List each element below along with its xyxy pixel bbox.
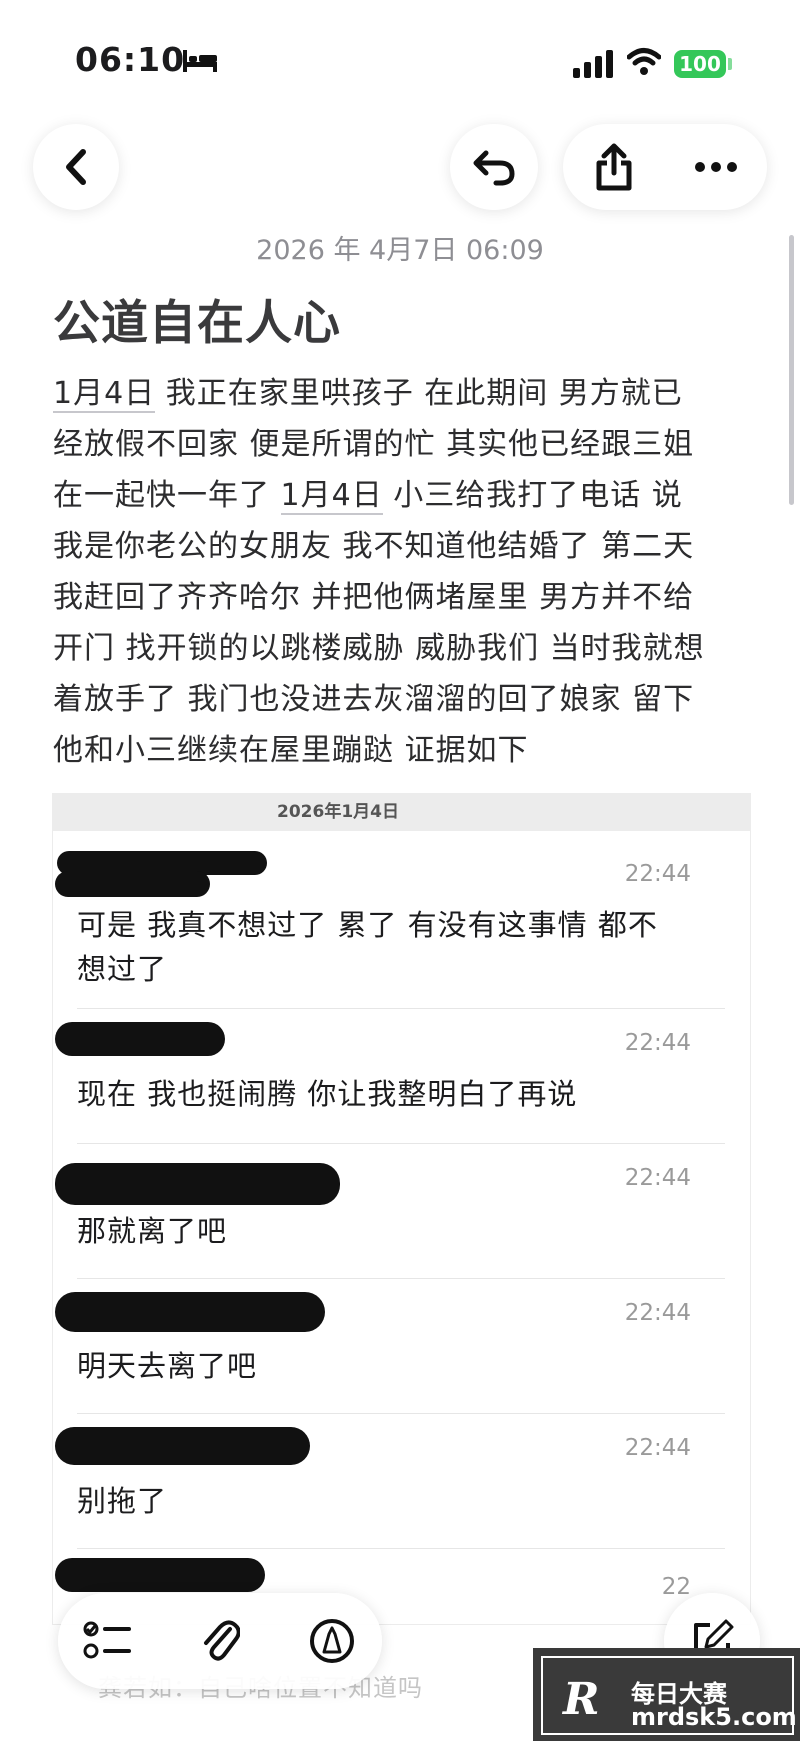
share-button[interactable] xyxy=(563,124,665,210)
status-time: 06:10 xyxy=(75,40,186,79)
message-time: 22:44 xyxy=(624,1165,691,1191)
note-line: 他和小三继续在屋里蹦跶 证据如下 xyxy=(53,733,529,768)
more-button[interactable] xyxy=(665,124,767,210)
markup-button[interactable] xyxy=(304,1613,360,1669)
more-icon xyxy=(695,162,737,172)
message-time: 22 xyxy=(661,1574,691,1600)
message-time: 22:44 xyxy=(624,1030,691,1056)
share-more-group xyxy=(563,124,767,210)
date-link[interactable]: 1月4日 xyxy=(53,376,156,413)
note-line: 我赶回了齐齐哈尔 并把他俩堵屋里 男方并不给 xyxy=(53,580,695,615)
note-line: 经放假不回家 便是所谓的忙 其实他已经跟三姐 xyxy=(53,427,695,462)
chat-message: 22:44 现在 我也挺闹腾 你让我整明白了再说 xyxy=(55,1008,725,1144)
back-icon xyxy=(66,149,86,185)
message-time: 22:44 xyxy=(624,1435,691,1461)
checklist-icon xyxy=(83,1621,131,1659)
note-line: 在一起快一年了 1月4日 小三给我打了电话 说 xyxy=(53,478,683,515)
watermark-frame: R 每日大赛 mrdsk5.com xyxy=(541,1656,797,1735)
message-text: 明天去离了吧 xyxy=(77,1349,258,1383)
chat-message: 22:44 可是 我真不想过了 累了 有没有这事情 都不想过了 xyxy=(55,831,725,1009)
chat-message: 22:44 明天去离了吧 xyxy=(55,1278,725,1414)
note-line: 我是你老公的女朋友 我不知道他结婚了 第二天 xyxy=(53,529,695,564)
undo-button[interactable] xyxy=(450,124,538,210)
message-time: 22:44 xyxy=(624,1300,691,1326)
message-text: 别拖了 xyxy=(77,1484,168,1518)
chat-message: 22:44 那就离了吧 xyxy=(55,1143,725,1279)
note-body[interactable]: 1月4日 我正在家里哄孩子 在此期间 男方就已 经放假不回家 便是所谓的忙 其实… xyxy=(53,368,753,776)
wifi-icon xyxy=(627,48,661,75)
attachment-icon xyxy=(204,1620,240,1661)
redacted-name xyxy=(55,1163,340,1205)
message-text: 现在 我也挺闹腾 你让我整明白了再说 xyxy=(77,1077,578,1111)
note-line: 着放手了 我门也没进去灰溜溜的回了娘家 留下 xyxy=(53,682,695,717)
redacted-name xyxy=(55,1022,225,1056)
share-icon xyxy=(596,143,632,191)
date-link[interactable]: 1月4日 xyxy=(280,478,383,515)
battery-tip xyxy=(728,58,732,70)
undo-icon xyxy=(473,150,515,186)
watermark: R 每日大赛 mrdsk5.com xyxy=(533,1648,800,1741)
cellular-signal-icon xyxy=(573,50,613,78)
redacted-name xyxy=(55,1292,325,1332)
watermark-logo: R xyxy=(563,1674,600,1725)
bottom-toolbar xyxy=(58,1593,382,1689)
redacted-name xyxy=(55,871,210,897)
redacted-name xyxy=(55,1558,265,1592)
markup-icon xyxy=(310,1619,354,1663)
checklist-button[interactable] xyxy=(80,1613,136,1669)
scroll-indicator[interactable] xyxy=(789,235,794,505)
note-date: 2026 年 4月7日 06:09 xyxy=(256,235,544,266)
chat-message: 22:44 别拖了 xyxy=(55,1413,725,1549)
message-text: 那就离了吧 xyxy=(77,1214,228,1248)
note-line: 1月4日 我正在家里哄孩子 在此期间 男方就已 xyxy=(53,376,683,413)
redacted-name xyxy=(55,1427,310,1465)
note-title[interactable]: 公道自在人心 xyxy=(53,284,341,353)
sleep-focus-icon xyxy=(183,50,217,72)
watermark-url: mrdsk5.com xyxy=(631,1703,797,1731)
message-time: 22:44 xyxy=(624,861,691,887)
status-bar: 06:10 100 xyxy=(0,0,800,110)
battery-indicator: 100 xyxy=(674,50,726,78)
embedded-screenshot[interactable]: 2026年1月4日 22:44 可是 我真不想过了 累了 有没有这事情 都不想过… xyxy=(52,793,751,1625)
back-button[interactable] xyxy=(33,124,119,210)
message-text: 可是 我真不想过了 累了 有没有这事情 都不想过了 xyxy=(77,908,658,986)
chat-date-header: 2026年1月4日 xyxy=(53,794,750,831)
attachment-button[interactable] xyxy=(192,1613,248,1669)
note-line: 开门 找开锁的以跳楼威胁 威胁我们 当时我就想 xyxy=(53,631,705,666)
